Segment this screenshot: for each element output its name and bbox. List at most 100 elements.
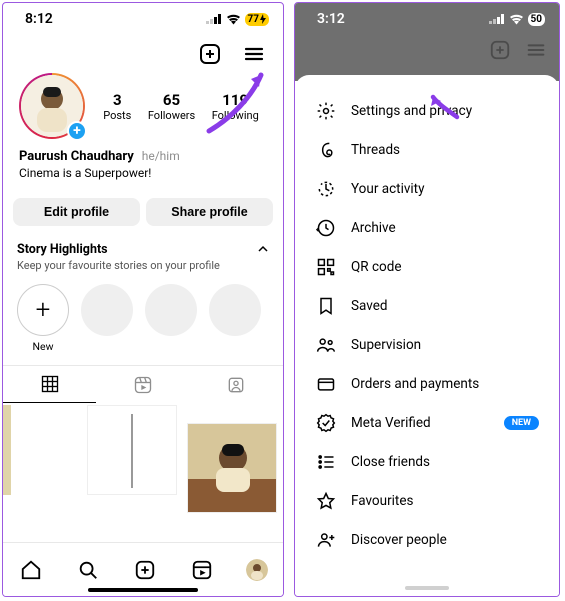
battery-indicator: 50: [528, 13, 545, 26]
add-highlight-label: New: [33, 340, 54, 353]
profile-identity: Paurush Chaudhary he/him Cinema is a Sup…: [3, 145, 283, 180]
bookmark-icon: [315, 296, 337, 316]
grid-tab[interactable]: [3, 366, 96, 403]
status-bar: 8:12 77: [3, 3, 283, 31]
settings-sheet: Settings and privacy Threads Your activi…: [295, 75, 559, 596]
status-icons: 50: [489, 13, 545, 26]
menu-favourites[interactable]: Favourites: [295, 481, 559, 520]
hamburger-icon: [525, 39, 547, 61]
post-thumbnail[interactable]: [87, 405, 177, 495]
posts-stat[interactable]: 3 Posts: [103, 91, 131, 122]
profile-summary: + 3 Posts 65 Followers 119 Following: [3, 71, 283, 145]
create-post-button[interactable]: [197, 41, 223, 67]
plus-icon: +: [17, 284, 69, 336]
post-thumbnail[interactable]: [3, 405, 11, 495]
profile-stats: 3 Posts 65 Followers 119 Following: [95, 91, 267, 122]
create-tab[interactable]: [132, 557, 158, 583]
create-post-icon: [489, 39, 511, 61]
battery-indicator: 77: [245, 13, 269, 26]
menu-activity[interactable]: Your activity: [295, 169, 559, 208]
clock-time: 8:12: [25, 11, 53, 27]
hamburger-menu-button[interactable]: [241, 41, 267, 67]
highlight-placeholder: [145, 284, 197, 336]
menu-close-friends[interactable]: Close friends: [295, 442, 559, 481]
battery-text: 50: [531, 14, 542, 25]
profile-screen: 8:12 77: [2, 2, 284, 597]
reels-tab[interactable]: [96, 366, 189, 403]
reels-nav-tab[interactable]: [189, 557, 215, 583]
supervision-icon: [315, 335, 337, 355]
list-icon: [315, 452, 337, 472]
following-stat[interactable]: 119 Following: [212, 91, 259, 122]
posts-label: Posts: [103, 109, 131, 122]
highlights-header[interactable]: Story Highlights: [3, 236, 283, 259]
menu-supervision[interactable]: Supervision: [295, 325, 559, 364]
add-story-badge[interactable]: +: [67, 121, 87, 141]
profile-header-actions: [3, 31, 283, 71]
highlights-title: Story Highlights: [17, 242, 108, 257]
menu-qr-code[interactable]: QR code: [295, 247, 559, 286]
menu-label: QR code: [351, 259, 402, 275]
posts-grid[interactable]: [3, 403, 283, 523]
clock-time: 3:12: [317, 11, 345, 27]
bottom-nav: [3, 542, 283, 596]
tagged-tab[interactable]: [190, 366, 283, 403]
profile-avatar[interactable]: +: [19, 73, 85, 139]
home-tab[interactable]: [18, 557, 44, 583]
menu-label: Supervision: [351, 337, 421, 353]
qr-code-icon: [315, 257, 337, 277]
menu-label: Discover people: [351, 532, 447, 548]
credit-card-icon: [315, 374, 337, 394]
star-icon: [315, 491, 337, 511]
activity-icon: [315, 179, 337, 199]
bio-text: Cinema is a Superpower!: [19, 166, 267, 180]
sheet-grabber[interactable]: [405, 586, 449, 590]
menu-label: Favourites: [351, 493, 413, 509]
charging-icon: [260, 14, 266, 24]
threads-icon: [315, 140, 337, 160]
new-badge: NEW: [504, 416, 539, 430]
menu-saved[interactable]: Saved: [295, 286, 559, 325]
wifi-icon: [509, 14, 524, 25]
pronouns-text: he/him: [142, 149, 180, 163]
dimmed-header-actions: [489, 39, 547, 61]
menu-label: Threads: [351, 142, 400, 158]
post-thumbnail[interactable]: [187, 423, 277, 513]
discover-people-icon: [315, 530, 337, 550]
profile-content-tabs: [3, 365, 283, 403]
profile-nav-tab[interactable]: [246, 559, 268, 581]
followers-count: 65: [148, 91, 195, 109]
menu-label: Close friends: [351, 454, 430, 470]
highlights-row: + New: [3, 278, 283, 357]
menu-discover-people[interactable]: Discover people: [295, 520, 559, 559]
posts-count: 3: [103, 91, 131, 109]
settings-screen: 3:12 50 Settings and privacy Threads: [294, 2, 560, 597]
highlights-subtitle: Keep your favourite stories on your prof…: [3, 259, 283, 278]
verified-badge-icon: [315, 413, 337, 433]
battery-text: 77: [248, 14, 259, 25]
chevron-up-icon: [257, 240, 269, 259]
menu-orders[interactable]: Orders and payments: [295, 364, 559, 403]
add-highlight-button[interactable]: + New: [17, 284, 69, 353]
menu-label: Orders and payments: [351, 376, 479, 392]
display-name: Paurush Chaudhary: [19, 149, 134, 164]
menu-archive[interactable]: Archive: [295, 208, 559, 247]
menu-threads[interactable]: Threads: [295, 130, 559, 169]
profile-action-row: Edit profile Share profile: [3, 180, 283, 236]
settings-menu-list: Settings and privacy Threads Your activi…: [295, 75, 559, 565]
followers-stat[interactable]: 65 Followers: [148, 91, 195, 122]
status-icons: 77: [206, 13, 269, 26]
menu-settings-privacy[interactable]: Settings and privacy: [295, 91, 559, 130]
gear-icon: [315, 101, 337, 121]
cell-signal-icon: [489, 14, 505, 24]
status-bar: 3:12 50: [295, 3, 559, 31]
menu-meta-verified[interactable]: Meta Verified NEW: [295, 403, 559, 442]
menu-label: Saved: [351, 298, 388, 314]
search-tab[interactable]: [75, 557, 101, 583]
edit-profile-button[interactable]: Edit profile: [13, 198, 140, 226]
following-label: Following: [212, 109, 259, 122]
menu-label: Meta Verified: [351, 415, 431, 431]
following-count: 119: [212, 91, 259, 109]
share-profile-button[interactable]: Share profile: [146, 198, 273, 226]
menu-label: Your activity: [351, 181, 424, 197]
